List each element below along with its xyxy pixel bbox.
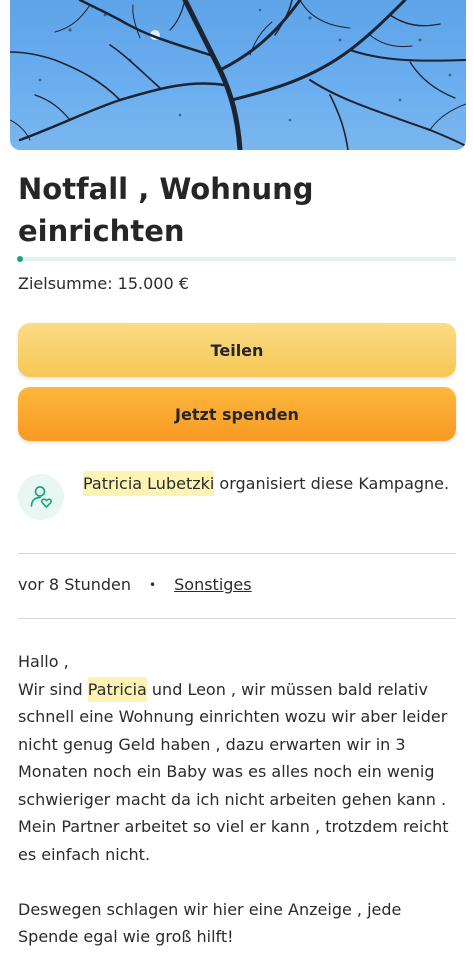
story-paragraph-2: Deswegen schlagen wir hier eine Anzeige …: [18, 899, 402, 947]
story-greeting: Hallo ,: [18, 652, 69, 671]
category-link[interactable]: Sonstiges: [174, 575, 251, 594]
donation-progress-bar: [17, 256, 456, 262]
organizer-info: Patricia Lubetzki organisiert diese Kamp…: [83, 470, 458, 498]
created-time: vor 8 Stunden: [18, 575, 132, 594]
story-highlight-name: Patricia: [87, 676, 147, 702]
person-heart-icon: [30, 486, 52, 508]
donate-button[interactable]: Jetzt spenden: [18, 387, 456, 441]
divider-bottom: [18, 618, 456, 619]
progress-indicator-dot: [17, 256, 23, 262]
tree-branches-image: [10, 0, 466, 150]
story-paragraph-1: Wir sind Patricia und Leon , wir müssen …: [18, 676, 464, 869]
divider-top: [18, 553, 456, 554]
campaign-meta: vor 8 Stunden • Sonstiges: [18, 575, 252, 594]
share-button[interactable]: Teilen: [18, 323, 456, 377]
campaign-image: [10, 0, 466, 150]
campaign-story: Hallo , Wir sind Patricia und Leon , wir…: [18, 648, 464, 951]
organizer-suffix: organisiert diese Kampagne.: [214, 474, 450, 493]
campaign-title: Notfall , Wohnung einrichten: [18, 172, 314, 248]
target-amount: Zielsumme: 15.000 €: [18, 274, 189, 293]
story-text: Wir sind: [18, 679, 88, 699]
organizer-name[interactable]: Patricia Lubetzki: [83, 471, 215, 496]
meta-separator: •: [149, 577, 157, 592]
organizer-avatar: [18, 474, 64, 520]
story-text: und Leon , wir müssen bald relativ schne…: [18, 679, 449, 864]
